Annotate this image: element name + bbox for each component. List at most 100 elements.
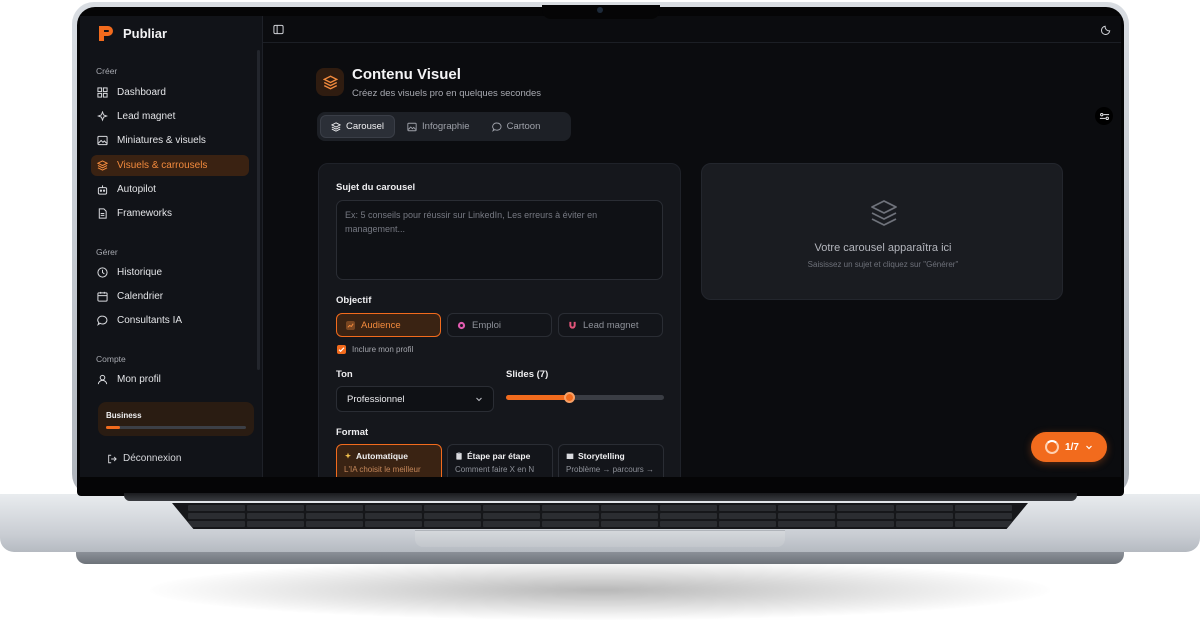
format-label: Format (336, 427, 369, 438)
laptop-hinge (124, 493, 1077, 501)
keyboard-key (955, 513, 1012, 519)
book-icon (566, 453, 574, 460)
keyboard-key (896, 505, 953, 511)
camera-icon (597, 7, 603, 13)
dashboard-icon (97, 87, 108, 98)
sidebar-item-consultants-ia[interactable]: Consultants IA (91, 310, 249, 331)
format-etape-option[interactable]: Étape par étape Comment faire X en N éta… (447, 444, 553, 477)
format-title: Étape par étape (467, 451, 531, 461)
keyboard-key (837, 521, 894, 527)
objective-label: Lead magnet (583, 319, 639, 331)
format-title: Storytelling (578, 451, 625, 461)
sidebar-item-visuels-carrousels[interactable]: Visuels & carrousels (91, 155, 249, 176)
keyboard-key (778, 513, 835, 519)
image-icon (97, 135, 108, 146)
format-automatique-option[interactable]: Automatique L'IA choisit le meilleur for… (336, 444, 442, 477)
tab-cartoon[interactable]: Cartoon (482, 115, 551, 138)
brand[interactable]: Publiar (97, 25, 167, 42)
keyboard-key (837, 505, 894, 511)
bot-icon (97, 185, 108, 195)
chart-icon (346, 320, 355, 330)
tab-label: Carousel (346, 121, 385, 132)
section-gerer: Gérer (96, 247, 118, 257)
chevron-down-icon (476, 397, 482, 402)
keyboard-key (306, 521, 363, 527)
keyboard-key (188, 513, 245, 519)
keyboard-key (719, 521, 776, 527)
chevron-down-icon (1086, 445, 1092, 450)
objective-lead-magnet-button[interactable]: Lead magnet (558, 313, 663, 337)
layers-icon (97, 160, 108, 171)
sidebar-item-label: Consultants IA (117, 315, 183, 326)
settings-panel-button[interactable] (1095, 107, 1113, 125)
plan-card[interactable]: Business (98, 402, 254, 436)
sidebar-item-miniatures[interactable]: Miniatures & visuels (91, 130, 249, 151)
content-type-tabs: Carousel Infographie Cartoon (317, 112, 571, 141)
sliders-icon (1099, 112, 1109, 120)
tone-select[interactable]: Professionnel (336, 386, 494, 412)
checkbox-checked[interactable] (337, 345, 346, 354)
keyboard-key (188, 521, 245, 527)
objective-label: Audience (361, 319, 401, 331)
logout-icon (108, 454, 117, 463)
tone-label: Ton (336, 369, 353, 380)
keyboard-key (601, 521, 658, 527)
logout-button[interactable]: Déconnexion (107, 453, 181, 464)
document-icon (98, 208, 107, 219)
tab-label: Cartoon (506, 121, 541, 132)
keyboard-key (778, 521, 835, 527)
keyboard-key (660, 521, 717, 527)
sidebar-item-frameworks[interactable]: Frameworks (91, 203, 249, 224)
objective-emploi-button[interactable]: Emploi (447, 313, 552, 337)
sidebar-item-label: Visuels & carrousels (117, 160, 208, 171)
keyboard-key (247, 521, 304, 527)
keyboard-key (896, 521, 953, 527)
chat-icon (97, 315, 108, 326)
sidebar-item-label: Frameworks (117, 208, 173, 219)
generation-progress-button[interactable]: 1/7 (1031, 432, 1107, 462)
format-desc: Comment faire X en N étapes (455, 465, 535, 477)
include-profile-label: Inclure mon profil (352, 345, 414, 354)
include-profile-checkbox[interactable]: Inclure mon profil (337, 345, 413, 354)
format-title: Automatique (356, 451, 408, 461)
keyboard-key (365, 505, 422, 511)
subject-input[interactable]: Ex: 5 conseils pour réussir sur LinkedIn… (336, 200, 663, 280)
keyboard-key (719, 513, 776, 519)
sidebar-item-dashboard[interactable]: Dashboard (91, 82, 249, 103)
preview-subtitle: Saisissez un sujet et cliquez sur "Génér… (807, 260, 959, 269)
layers-icon (871, 200, 897, 226)
sidebar-item-historique[interactable]: Historique (91, 262, 249, 283)
keyboard-key (542, 505, 599, 511)
publiar-logo-icon (99, 26, 113, 41)
plan-label: Business (106, 411, 142, 420)
slides-label: Slides (7) (506, 369, 549, 380)
sidebar-toggle-icon[interactable] (273, 24, 284, 35)
magnet-icon (569, 321, 576, 329)
sidebar-item-calendrier[interactable]: Calendrier (91, 286, 249, 307)
keyboard (172, 503, 1028, 529)
chat-icon (491, 122, 502, 132)
spinner-icon (1045, 440, 1060, 454)
sidebar-item-lead-magnet[interactable]: Lead magnet (91, 106, 249, 127)
tab-carousel[interactable]: Carousel (320, 115, 396, 138)
sidebar-item-label: Historique (117, 267, 163, 278)
sidebar-item-autopilot[interactable]: Autopilot (91, 179, 249, 200)
tone-value: Professionnel (347, 393, 405, 405)
objective-audience-button[interactable]: Audience (336, 313, 441, 337)
progress-label: 1/7 (1065, 441, 1079, 453)
sidebar-item-mon-profil[interactable]: Mon profil (91, 369, 249, 390)
tab-infographie[interactable]: Infographie (397, 115, 480, 138)
slides-slider[interactable] (506, 392, 664, 403)
plan-usage-bar (106, 426, 246, 429)
sidebar-item-label: Calendrier (117, 291, 164, 302)
format-storytelling-option[interactable]: Storytelling Problème → parcours → résul… (558, 444, 664, 477)
logout-label: Déconnexion (123, 453, 182, 464)
sidebar-scrollbar[interactable] (257, 50, 260, 370)
sidebar: Publiar Créer Dashboard Lead magnet Mini… (80, 16, 263, 477)
moon-icon[interactable] (1101, 24, 1112, 35)
keyboard-key (719, 505, 776, 511)
app-screen: Publiar Créer Dashboard Lead magnet Mini… (80, 16, 1121, 477)
clock-icon (97, 267, 108, 278)
keyboard-key (660, 513, 717, 519)
slides-slider-thumb[interactable] (564, 392, 576, 403)
